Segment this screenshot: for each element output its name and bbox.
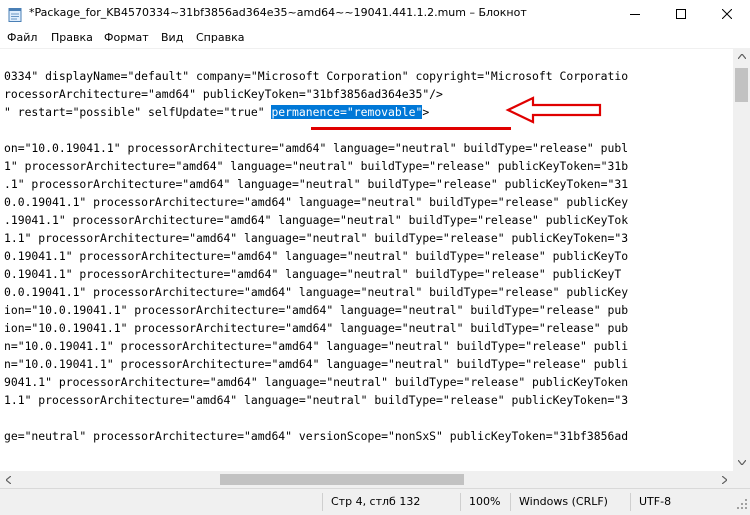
window-title: *Package_for_KB4570334~31bf3856ad364e35~…	[29, 6, 527, 19]
maximize-button[interactable]	[658, 0, 704, 28]
menu-view[interactable]: Вид	[161, 31, 183, 44]
vertical-scroll-thumb[interactable]	[735, 68, 748, 102]
menu-format[interactable]: Формат	[104, 31, 149, 44]
text-line-current: " restart="possible" selfUpdate="true" p…	[4, 103, 429, 121]
menu-help[interactable]: Справка	[196, 31, 244, 44]
title-bar[interactable]: *Package_for_KB4570334~31bf3856ad364e35~…	[0, 0, 750, 28]
zoom-level: 100%	[469, 495, 501, 508]
menu-edit[interactable]: Правка	[51, 31, 93, 44]
text-line: 1" processorArchitecture="amd64" languag…	[4, 159, 629, 173]
vertical-scrollbar[interactable]	[733, 48, 750, 471]
chevron-up-icon	[737, 54, 746, 59]
text-line: 0.19041.1" processorArchitecture="amd64"…	[4, 249, 629, 263]
text-after-selection: >	[422, 105, 430, 119]
status-bar: Стр 4, стлб 132 100% Windows (CRLF) UTF-…	[0, 488, 750, 515]
text-line: 0.19041.1" processorArchitecture="amd64"…	[4, 267, 622, 281]
text-line: ion="10.0.19041.1" processorArchitecture…	[4, 321, 629, 335]
line-endings: Windows (CRLF)	[519, 495, 608, 508]
text-line: .19041.1" processorArchitecture="amd64" …	[4, 213, 629, 227]
resize-grip-icon[interactable]	[736, 498, 748, 510]
minimize-button[interactable]	[612, 0, 658, 28]
menu-bar: Файл Правка Формат Вид Справка	[0, 28, 750, 48]
scroll-right-button[interactable]	[716, 471, 733, 488]
minimize-icon	[630, 14, 640, 15]
text-line: ge="neutral" processorArchitecture="amd6…	[4, 429, 629, 443]
text-line: 0.0.19041.1" processorArchitecture="amd6…	[4, 285, 629, 299]
status-divider	[460, 493, 461, 511]
selected-text[interactable]: permanence="removable"	[271, 105, 423, 119]
text-line: on="10.0.19041.1" processorArchitecture=…	[4, 141, 629, 155]
text-line: .1" processorArchitecture="amd64" langua…	[4, 177, 629, 191]
text-line: ion="10.0.19041.1" processorArchitecture…	[4, 303, 629, 317]
cursor-position: Стр 4, стлб 132	[331, 495, 421, 508]
scroll-up-button[interactable]	[733, 48, 750, 65]
scroll-left-button[interactable]	[0, 471, 17, 488]
red-underline-annotation	[311, 127, 511, 130]
text-line: 0.0.19041.1" processorArchitecture="amd6…	[4, 195, 629, 209]
text-line: rocessorArchitecture="amd64" publicKeyTo…	[4, 87, 443, 101]
scroll-down-button[interactable]	[733, 454, 750, 471]
horizontal-scrollbar[interactable]	[0, 471, 733, 488]
encoding: UTF-8	[639, 495, 672, 508]
status-divider	[322, 493, 323, 511]
maximize-icon	[676, 9, 686, 19]
text-line: n="10.0.19041.1" processorArchitecture="…	[4, 357, 629, 371]
red-arrow-annotation	[505, 96, 602, 124]
text-line: 9041.1" processorArchitecture="amd64" la…	[4, 375, 629, 389]
close-icon	[722, 9, 732, 19]
notepad-icon	[8, 8, 22, 22]
text-line: n="10.0.19041.1" processorArchitecture="…	[4, 339, 629, 353]
scrollbar-corner	[733, 471, 750, 488]
status-divider	[630, 493, 631, 511]
menu-file[interactable]: Файл	[7, 31, 37, 44]
text-before-selection: " restart="possible" selfUpdate="true"	[4, 105, 272, 119]
text-line: 0334" displayName="default" company="Mic…	[4, 69, 629, 83]
chevron-left-icon	[6, 475, 11, 484]
close-button[interactable]	[704, 0, 750, 28]
horizontal-scroll-thumb[interactable]	[220, 474, 464, 485]
status-divider	[510, 493, 511, 511]
chevron-right-icon	[722, 475, 727, 484]
chevron-down-icon	[737, 460, 746, 465]
text-line: 1.1" processorArchitecture="amd64" langu…	[4, 231, 629, 245]
text-line: 1.1" processorArchitecture="amd64" langu…	[4, 393, 629, 407]
text-editor[interactable]: 0334" displayName="default" company="Mic…	[0, 48, 733, 472]
